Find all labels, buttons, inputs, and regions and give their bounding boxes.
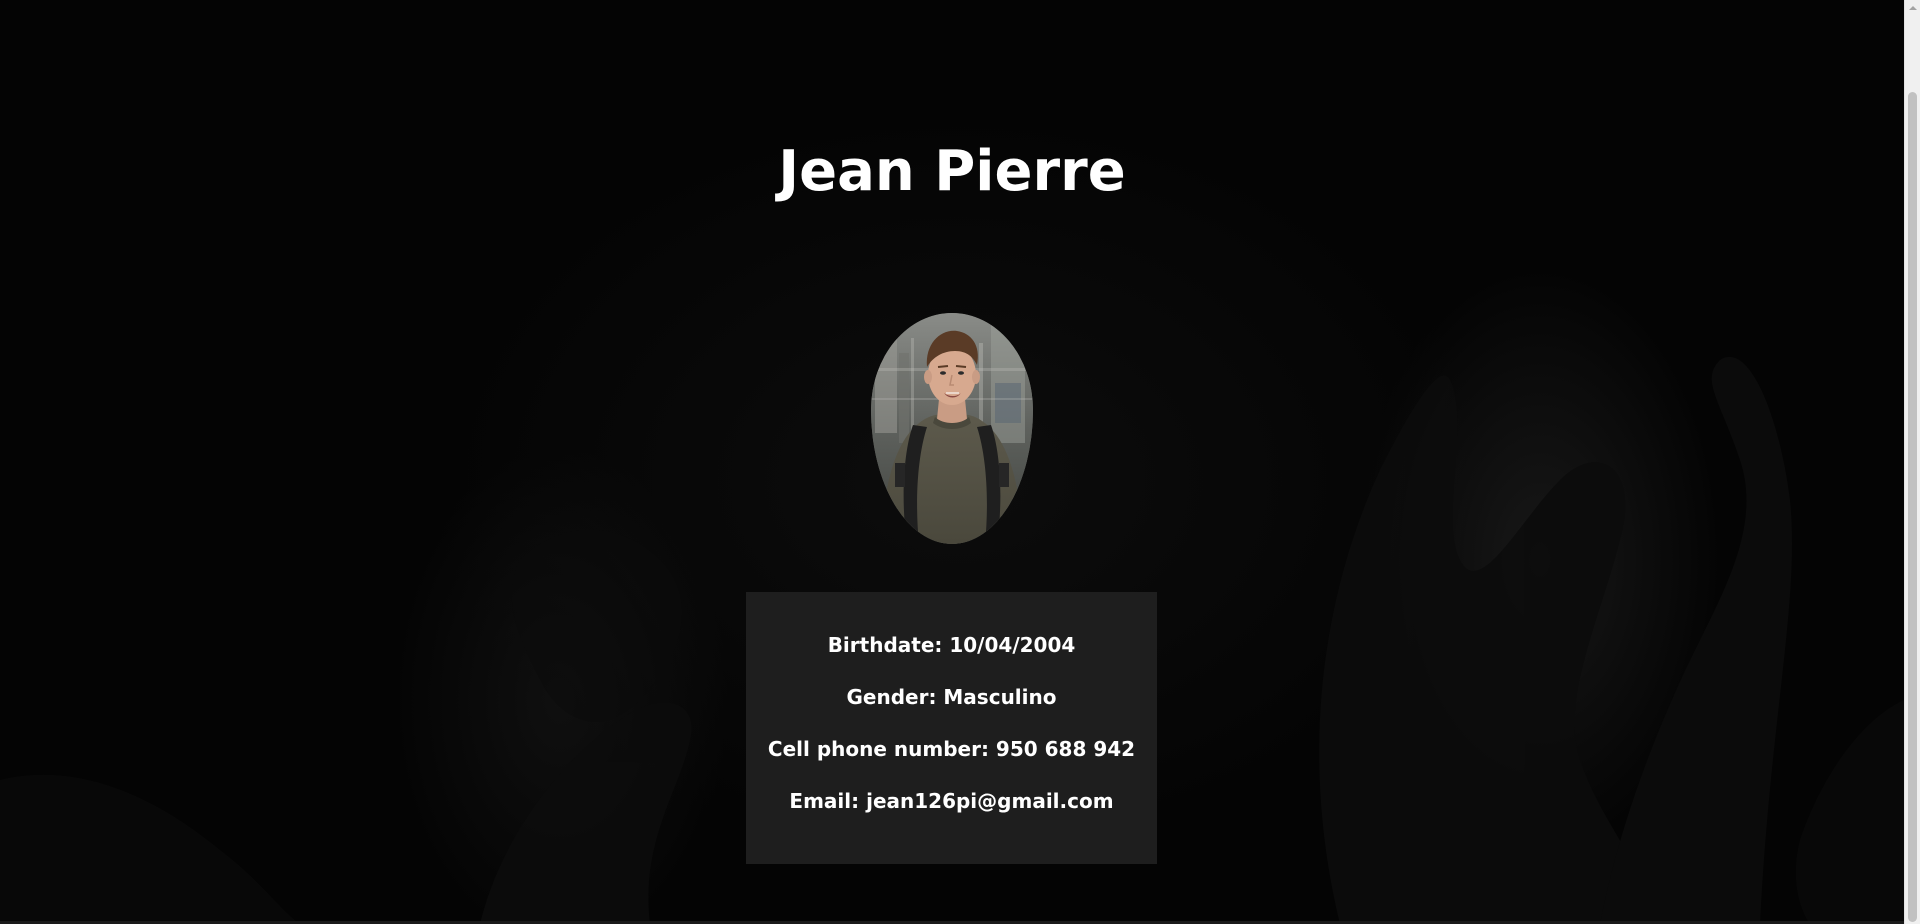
phone-text: Cell phone number: 950 688 942 — [767, 737, 1136, 761]
vertical-scrollbar[interactable] — [1904, 0, 1920, 924]
profile-name: Jean Pierre — [778, 139, 1126, 204]
profile-page: Jean Pierre Birthdate: 10/04/2004 Gender… — [0, 0, 1904, 924]
birthdate-text: Birthdate: 10/04/2004 — [827, 633, 1076, 657]
profile-photo — [871, 313, 1033, 544]
page-viewport: Jean Pierre Birthdate: 10/04/2004 Gender… — [0, 0, 1920, 924]
gender-text: Gender: Masculino — [846, 685, 1057, 709]
scrollbar-thumb[interactable] — [1908, 92, 1917, 922]
chevron-up-icon[interactable] — [1905, 0, 1920, 16]
info-card: Birthdate: 10/04/2004 Gender: Masculino … — [746, 592, 1157, 864]
email-text: Email: jean126pi@gmail.com — [789, 789, 1114, 813]
